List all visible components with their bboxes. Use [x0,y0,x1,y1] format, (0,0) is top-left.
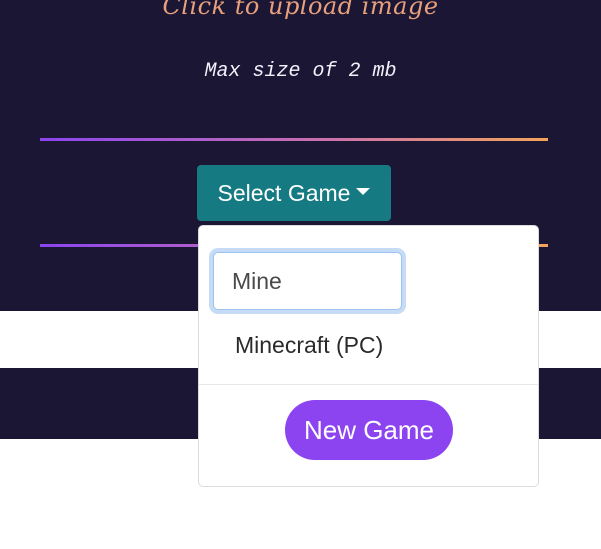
select-game-button[interactable]: Select Game [197,165,391,221]
select-game-label: Select Game [217,179,351,206]
max-size-note: Max size of 2 mb [204,60,397,83]
game-dropdown-menu: Minecraft (PC) New Game [198,225,539,487]
new-game-button[interactable]: New Game [285,400,453,460]
upload-image-prompt[interactable]: Click to upload image [0,0,601,20]
game-search-input[interactable] [213,252,402,310]
gradient-divider-top [40,138,548,141]
dropdown-divider [199,384,538,385]
caret-down-icon [356,187,371,195]
dropdown-item-minecraft-pc[interactable]: Minecraft (PC) [235,332,383,359]
